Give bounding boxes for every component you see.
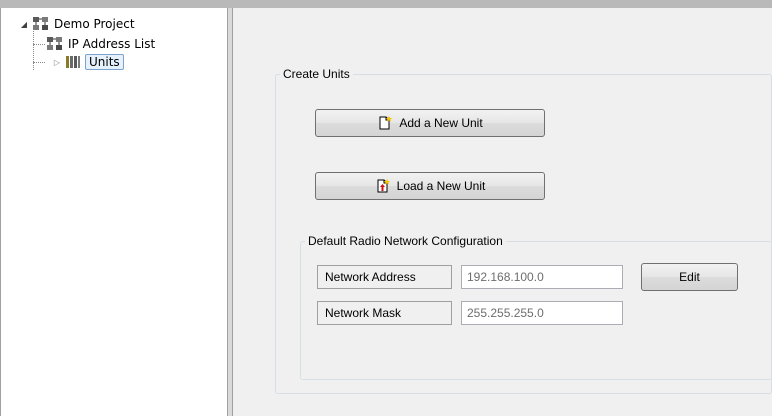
window-top-border [0, 0, 772, 8]
load-new-unit-button[interactable]: Load a New Unit [315, 172, 545, 200]
collapsed-triangle-icon[interactable]: ▷ [52, 57, 62, 67]
network-project-icon [32, 16, 50, 32]
load-new-unit-label: Load a New Unit [396, 179, 486, 193]
add-new-unit-label: Add a New Unit [399, 116, 483, 130]
expanded-triangle-icon[interactable]: ◢ [19, 19, 29, 29]
network-address-field: 192.168.100.0 [461, 265, 623, 289]
tree-connector-line [33, 28, 34, 70]
units-rack-icon [65, 54, 81, 70]
tree-connector-line [33, 44, 45, 45]
tree-node-demo-project[interactable]: ◢ Demo Project [19, 15, 135, 33]
load-document-icon [375, 178, 391, 194]
tree-node-units[interactable]: ▷ Units [52, 53, 124, 71]
network-project-icon [46, 36, 64, 52]
radio-network-title: Default Radio Network Configuration [308, 234, 503, 248]
content-panel: Create Units Add a New Unit Load a New U… [233, 8, 772, 416]
network-mask-field: 255.255.255.0 [461, 301, 623, 325]
edit-button-label: Edit [679, 270, 700, 284]
new-document-icon [377, 115, 393, 131]
edit-button[interactable]: Edit [641, 263, 738, 291]
network-address-label: Network Address [317, 265, 452, 289]
tree-connector-line [33, 62, 45, 63]
tree-node-label: Demo Project [54, 17, 135, 31]
create-units-title: Create Units [283, 67, 350, 81]
tree-node-label-selected: Units [85, 54, 124, 70]
network-mask-label: Network Mask [317, 301, 452, 325]
add-new-unit-button[interactable]: Add a New Unit [315, 109, 545, 137]
project-tree-panel[interactable]: ◢ Demo Project IP Address List ▷ Units [0, 8, 228, 416]
tree-node-ip-address-list[interactable]: IP Address List [46, 35, 155, 53]
tree-node-label: IP Address List [68, 37, 156, 51]
